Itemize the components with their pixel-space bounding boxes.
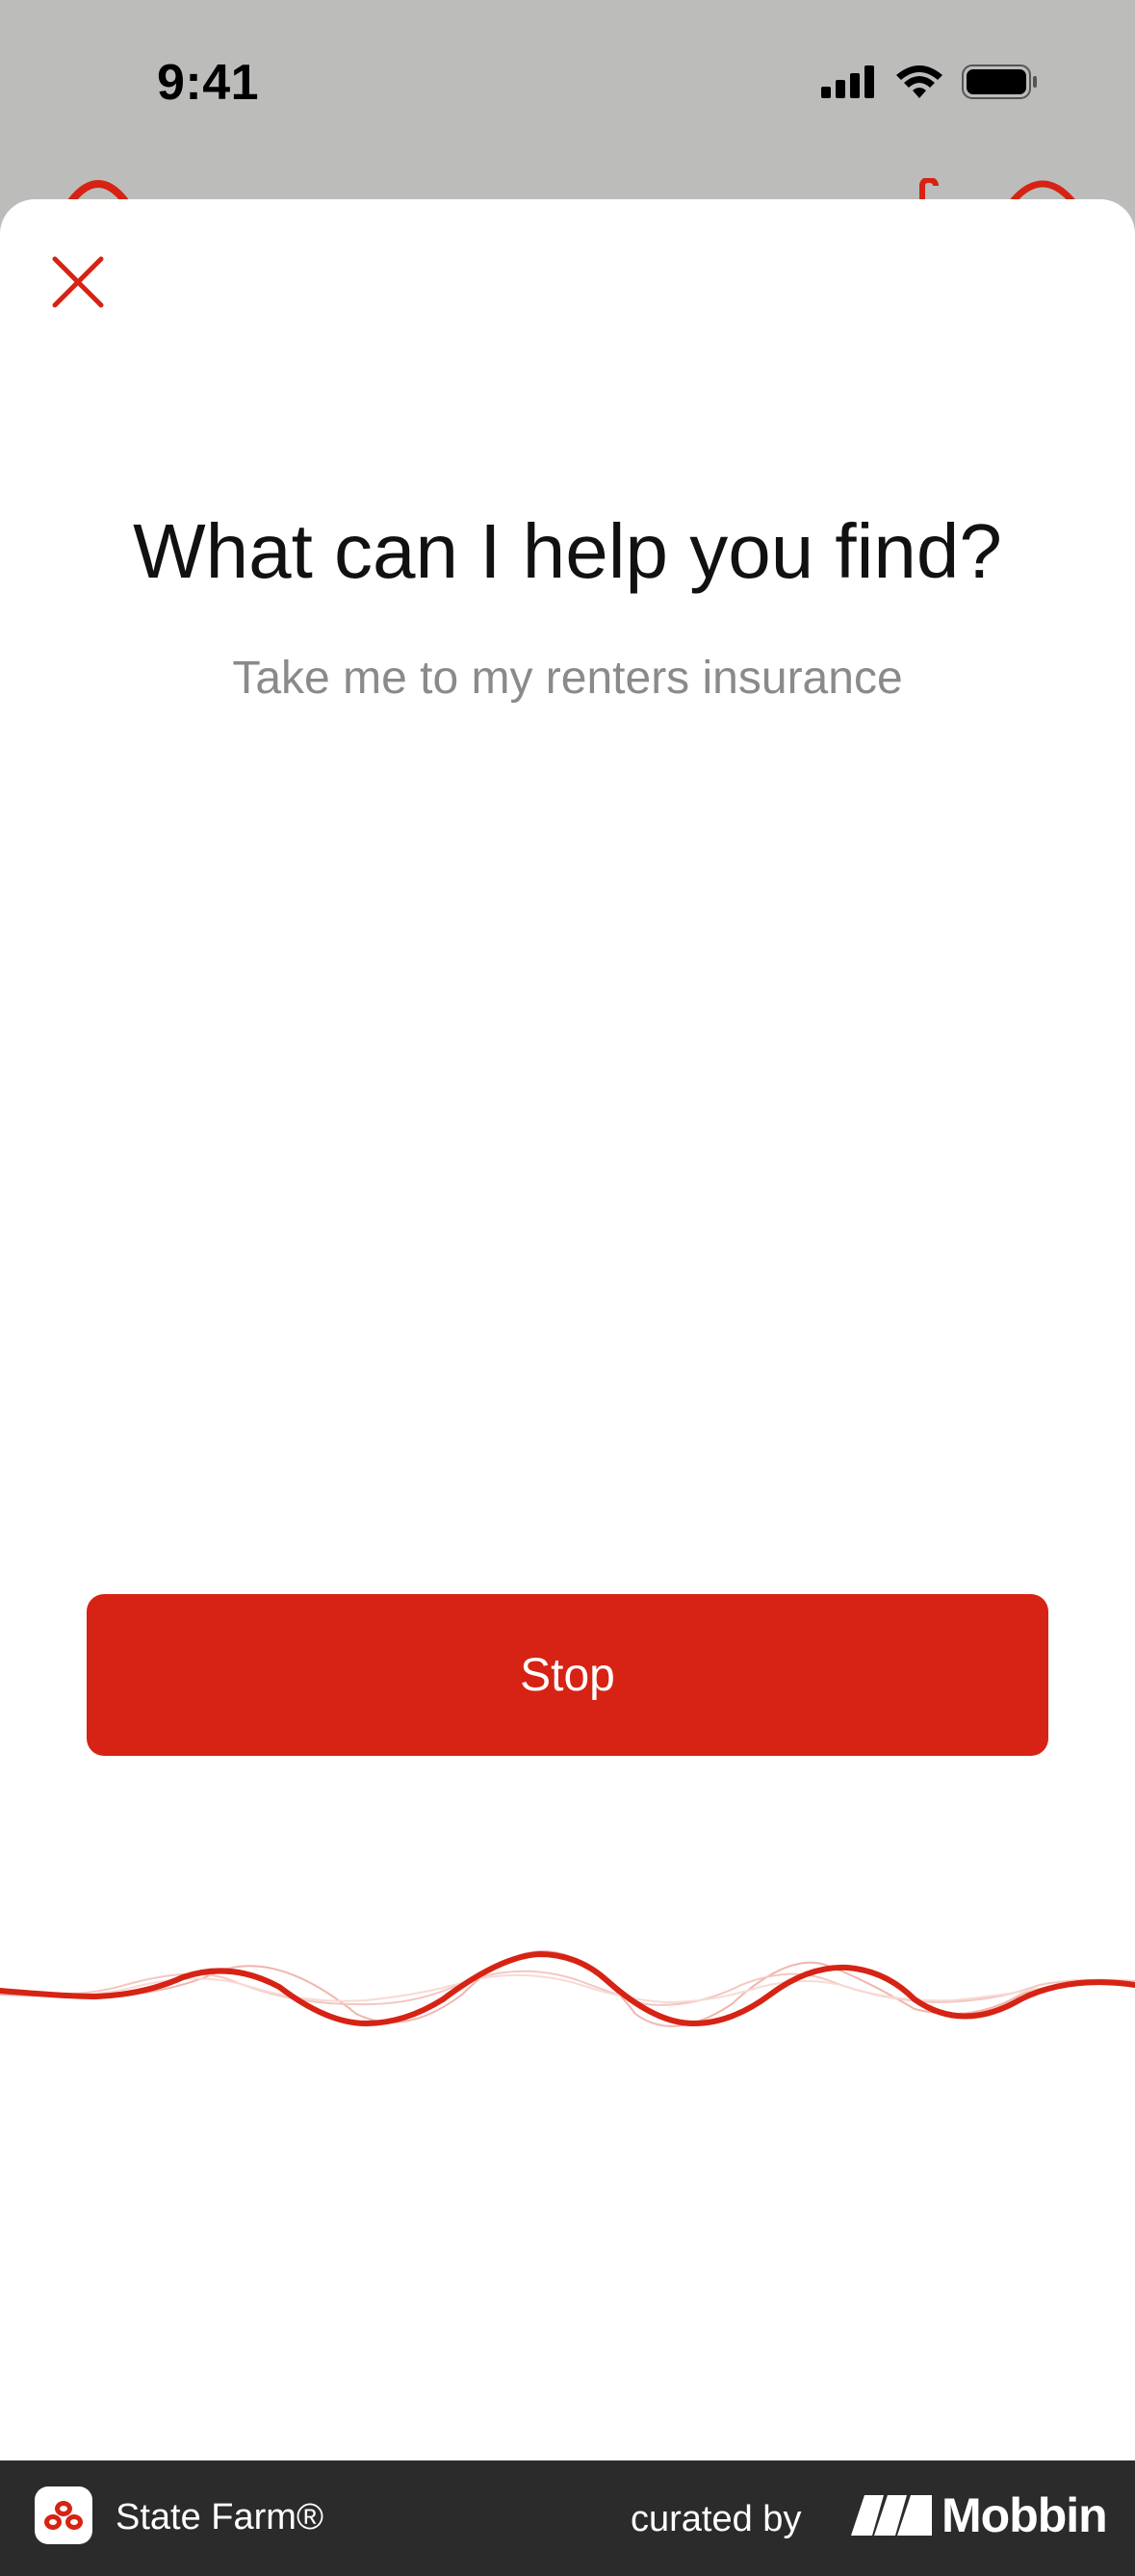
- state-farm-logo-icon: [35, 2486, 92, 2544]
- underlying-phone-icon: [919, 178, 939, 201]
- voice-assistant-sheet: What can I help you find? Take me to my …: [0, 199, 1135, 2460]
- signal-icon: [821, 65, 874, 98]
- status-time: 9:41: [157, 55, 260, 111]
- close-icon: [52, 256, 104, 308]
- voice-wave-icon: [0, 1950, 1135, 2027]
- app-name: State Farm®: [116, 2497, 323, 2537]
- mobbin-wordmark: Mobbin: [942, 2488, 1108, 2542]
- stop-button-label: Stop: [520, 1649, 615, 1701]
- close-button[interactable]: [48, 252, 108, 312]
- battery-icon: [962, 64, 1037, 99]
- mobbin-brand: Mobbin: [851, 2487, 1108, 2543]
- voice-transcript: Take me to my renters insurance: [232, 653, 903, 704]
- status-icons: [821, 64, 1039, 100]
- underlying-help-icon: [1010, 180, 1075, 201]
- underlying-logo-icon: [67, 180, 129, 201]
- wifi-icon: [896, 65, 942, 98]
- attribution-bar: State Farm® curated by Mobbin: [0, 2460, 1135, 2576]
- mobbin-logo-icon: [851, 2495, 932, 2536]
- stop-listening-button[interactable]: Stop: [87, 1594, 1048, 1756]
- status-bar: 9:41: [0, 0, 1135, 197]
- assistant-prompt-heading: What can I help you find?: [133, 508, 1002, 594]
- curated-by-label: curated by: [631, 2499, 802, 2539]
